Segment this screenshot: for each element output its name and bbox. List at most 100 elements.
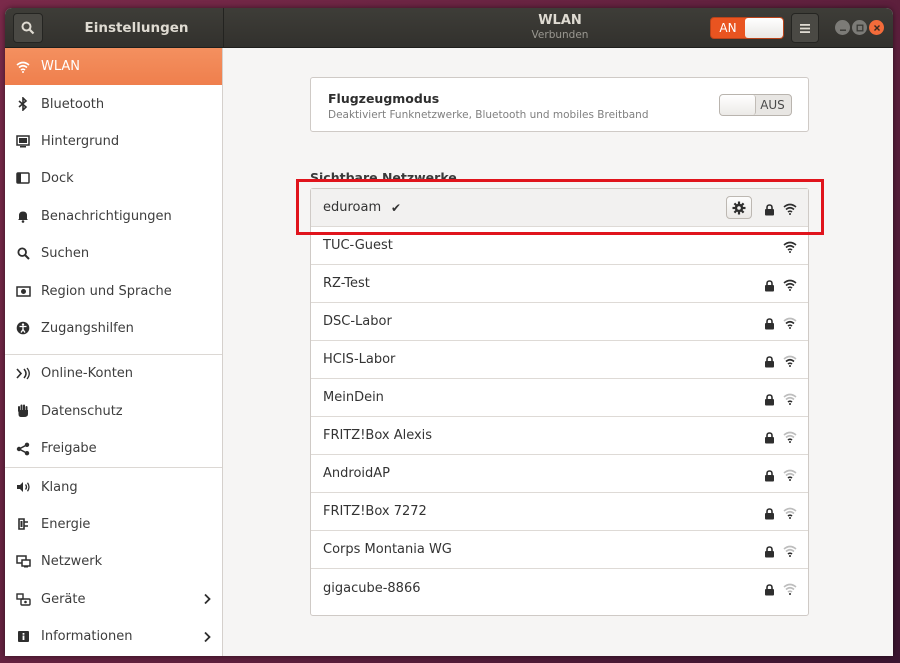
network-row[interactable]: FRITZ!Box 7272 <box>311 493 808 531</box>
lock-icon <box>765 280 774 292</box>
network-name: FRITZ!Box Alexis <box>323 428 433 443</box>
search-button[interactable] <box>13 13 43 43</box>
sidebar-item-label: Netzwerk <box>41 554 103 570</box>
sidebar-item-label: Region und Sprache <box>41 283 172 299</box>
network-list: eduroam ✔ TUC-Guest RZ-Test DSC-Labor HC… <box>310 188 809 616</box>
devices-icon <box>15 593 31 606</box>
network-row[interactable]: AndroidAP <box>311 455 808 493</box>
page-title: WLAN <box>538 13 582 28</box>
network-name: gigacube-8866 <box>323 580 421 596</box>
close-icon <box>873 24 880 31</box>
lock-icon <box>765 470 774 482</box>
airplane-mode-toggle[interactable]: AUS <box>719 94 792 116</box>
app-title: Einstellungen <box>84 20 189 36</box>
network-name: MeinDein <box>323 390 384 405</box>
chevron-right-icon <box>204 594 211 605</box>
wifi-toggle-label: AN <box>719 21 737 35</box>
sidebar-item-hintergrund[interactable]: Hintergrund <box>5 123 222 160</box>
main-panel: Flugzeugmodus Deaktiviert Funknetzwerke,… <box>224 48 893 656</box>
airplane-toggle-label: AUS <box>760 98 785 112</box>
wifi-signal-icon <box>783 241 797 253</box>
network-row[interactable]: DSC-Labor <box>311 303 808 341</box>
power-icon <box>18 518 28 531</box>
sidebar-item-dock[interactable]: Dock <box>5 160 222 197</box>
maximize-button[interactable] <box>852 20 867 35</box>
network-name: TUC-Guest <box>323 238 393 253</box>
sidebar-item-label: Klang <box>41 479 78 495</box>
search-icon <box>21 21 35 35</box>
network-row[interactable]: RZ-Test <box>311 265 808 303</box>
sidebar-item-wlan[interactable]: WLAN <box>5 48 222 86</box>
airplane-mode-description: Deaktiviert Funknetzwerke, Bluetooth und… <box>328 109 649 121</box>
sidebar-item-benachrichtigungen[interactable]: Benachrichtigungen <box>5 198 222 235</box>
sidebar-item-online-konten[interactable]: Online-Konten <box>5 355 222 392</box>
network-row[interactable]: Corps Montania WG <box>311 531 808 569</box>
wifi-signal-icon <box>783 393 797 405</box>
sidebar-item-label: WLAN <box>41 59 81 75</box>
airplane-mode-panel: Flugzeugmodus Deaktiviert Funknetzwerke,… <box>310 77 809 132</box>
sidebar-item-label: Bluetooth <box>41 96 105 112</box>
sidebar-item-bluetooth[interactable]: Bluetooth <box>5 85 222 122</box>
sidebar-item-label: Freigabe <box>41 441 97 457</box>
network-row[interactable]: gigacube-8866 <box>311 569 808 607</box>
menu-button[interactable] <box>791 13 819 43</box>
sidebar-item-label: Informationen <box>41 629 133 645</box>
sidebar-item-label: Hintergrund <box>41 133 120 149</box>
sidebar-item-label: Energie <box>41 516 91 532</box>
network-row[interactable]: FRITZ!Box Alexis <box>311 417 808 455</box>
titlebar: Einstellungen WLAN Verbunden AN <box>5 8 893 48</box>
sidebar-item-freigabe[interactable]: Freigabe <box>5 430 222 467</box>
hamburger-icon <box>800 23 810 33</box>
wifi-icon <box>16 61 30 73</box>
info-icon <box>17 631 29 643</box>
network-name: RZ-Test <box>323 276 370 291</box>
lock-icon <box>765 584 774 596</box>
network-row[interactable]: HCIS-Labor <box>311 341 808 379</box>
network-name: Corps Montania WG <box>323 542 452 557</box>
lock-icon <box>765 204 774 216</box>
lock-icon <box>765 394 774 406</box>
wifi-signal-icon <box>783 507 797 519</box>
airplane-toggle-knob <box>720 95 756 115</box>
wifi-signal-icon <box>783 583 797 595</box>
sidebar-item-zugangshilfen[interactable]: Zugangshilfen <box>5 310 222 347</box>
connected-check-icon: ✔ <box>391 200 402 215</box>
sidebar-item-label: Geräte <box>41 591 86 607</box>
airplane-mode-title: Flugzeugmodus <box>328 91 440 106</box>
sidebar-item-informationen[interactable]: Informationen <box>5 618 222 655</box>
network-name: eduroam <box>323 200 382 215</box>
wifi-signal-icon <box>783 355 797 367</box>
close-button[interactable] <box>869 20 884 35</box>
share-icon <box>16 442 30 456</box>
wifi-signal-icon <box>783 203 797 215</box>
network-name: DSC-Labor <box>323 314 392 329</box>
lock-icon <box>765 356 774 368</box>
wifi-signal-icon <box>783 545 797 557</box>
network-row[interactable]: MeinDein <box>311 379 808 417</box>
wifi-toggle[interactable]: AN <box>710 17 784 39</box>
network-settings-button[interactable] <box>726 196 752 219</box>
background-icon <box>16 135 30 148</box>
sidebar-item-datenschutz[interactable]: Datenschutz <box>5 393 222 430</box>
sidebar-item-energie[interactable]: Energie <box>5 506 222 543</box>
network-name: HCIS-Labor <box>323 352 396 367</box>
online-accounts-icon <box>15 367 30 380</box>
sidebar-item-region[interactable]: Region und Sprache <box>5 272 222 309</box>
minimize-button[interactable] <box>835 20 850 35</box>
search-icon <box>16 247 30 260</box>
network-name: FRITZ!Box 7272 <box>323 504 427 519</box>
sidebar-item-geraete[interactable]: Geräte <box>5 581 222 618</box>
sidebar-item-klang[interactable]: Klang <box>5 468 222 505</box>
sidebar-item-label: Online-Konten <box>41 366 134 382</box>
wifi-signal-icon <box>783 431 797 443</box>
sidebar: WLAN Bluetooth Hintergrund Dock Benachri… <box>5 48 223 656</box>
region-icon <box>15 285 31 297</box>
network-row[interactable]: TUC-Guest <box>311 227 808 265</box>
sidebar-item-label: Benachrichtigungen <box>41 208 172 224</box>
sidebar-item-suchen[interactable]: Suchen <box>5 235 222 272</box>
network-row-eduroam[interactable]: eduroam ✔ <box>311 189 808 227</box>
sidebar-item-netzwerk[interactable]: Netzwerk <box>5 543 222 580</box>
accessibility-icon <box>16 322 30 335</box>
speaker-icon <box>16 482 30 493</box>
minimize-icon <box>839 29 846 31</box>
